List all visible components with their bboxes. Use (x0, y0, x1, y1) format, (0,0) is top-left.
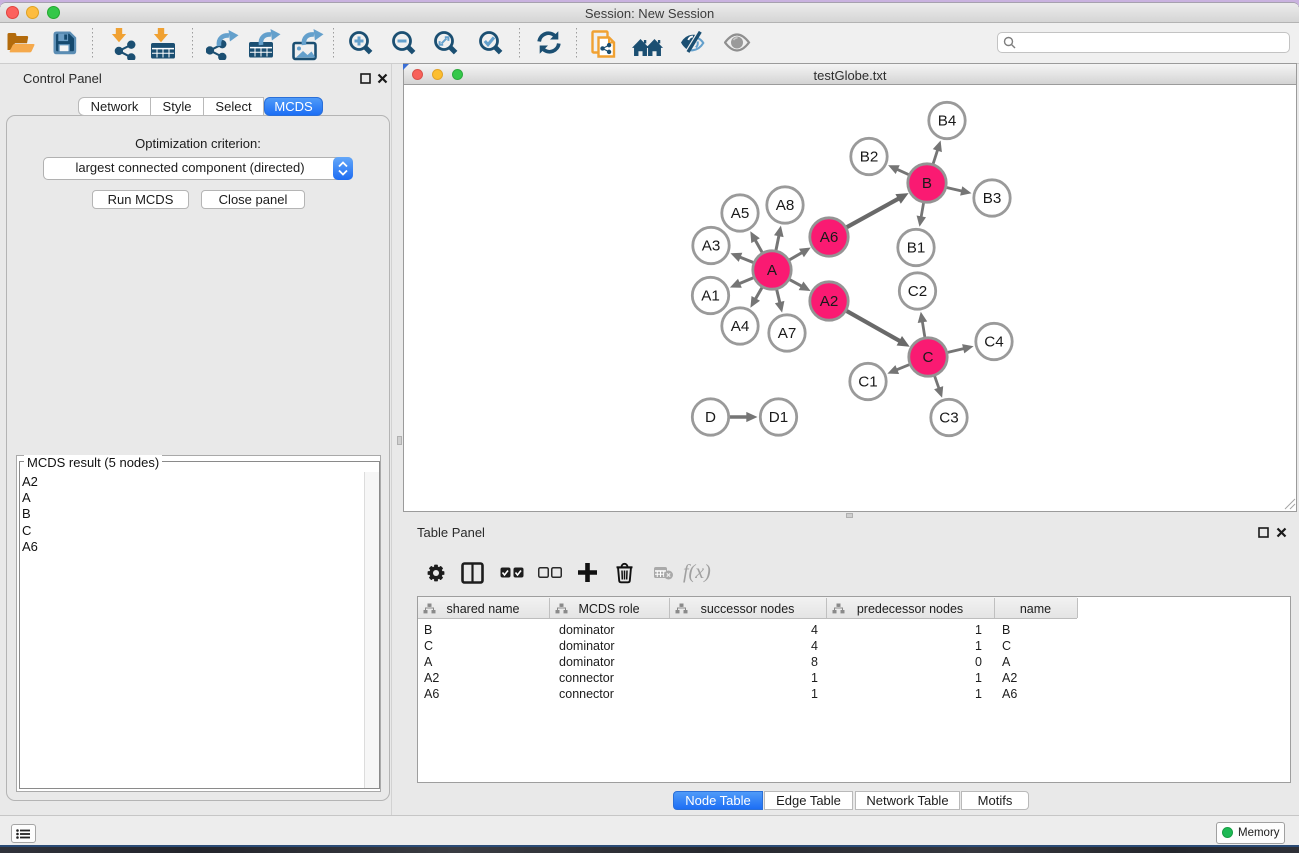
svg-text:A1: A1 (701, 288, 720, 305)
svg-text:C3: C3 (939, 410, 958, 427)
svg-text:D1: D1 (769, 409, 788, 426)
svg-text:D: D (705, 409, 716, 426)
svg-text:C4: C4 (984, 334, 1003, 351)
svg-text:A2: A2 (820, 293, 839, 310)
svg-text:A4: A4 (731, 318, 750, 335)
svg-text:B3: B3 (983, 190, 1002, 207)
svg-text:A7: A7 (778, 325, 797, 342)
svg-text:C: C (923, 349, 934, 366)
svg-text:C2: C2 (908, 283, 927, 300)
svg-text:C1: C1 (858, 374, 877, 391)
svg-text:B1: B1 (907, 240, 926, 257)
svg-text:B2: B2 (860, 149, 879, 166)
svg-text:A5: A5 (731, 205, 750, 222)
svg-text:A: A (767, 262, 778, 279)
svg-text:B4: B4 (938, 113, 957, 130)
svg-text:A8: A8 (776, 197, 795, 214)
svg-text:A6: A6 (820, 229, 839, 246)
svg-text:B: B (922, 175, 932, 192)
svg-text:A3: A3 (702, 238, 721, 255)
